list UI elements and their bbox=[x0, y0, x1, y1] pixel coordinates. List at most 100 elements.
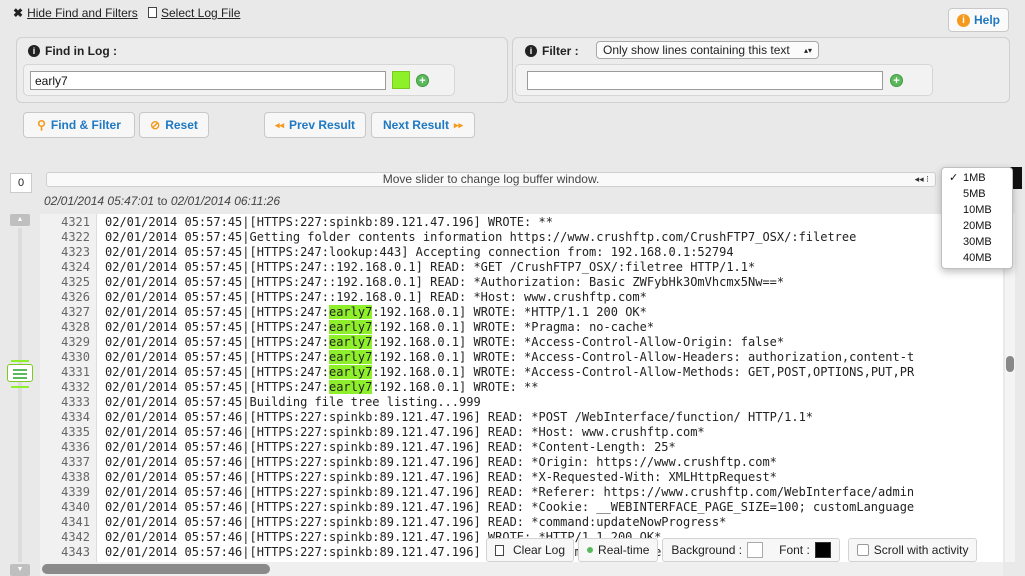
find-input[interactable] bbox=[30, 71, 386, 90]
add-find-icon[interactable]: + bbox=[416, 74, 429, 87]
line-text-part: 02/01/2014 05:57:45|[HTTPS:247::192.168.… bbox=[105, 290, 647, 304]
select-log-file-link[interactable]: Select Log File bbox=[148, 6, 240, 20]
log-view[interactable]: 4321 02/01/2014 05:57:45|[HTTPS:227:spink… bbox=[40, 214, 1003, 562]
filter-mode-value: Only show lines containing this text bbox=[603, 43, 790, 57]
hide-find-filters-label: Hide Find and Filters bbox=[27, 6, 138, 20]
buffer-option[interactable]: 30MB bbox=[942, 234, 1012, 250]
color-settings: Background : Font : bbox=[662, 538, 840, 562]
line-number: 4326 bbox=[61, 290, 90, 304]
line-number: 4332 bbox=[61, 380, 90, 394]
scroll-with-activity-checkbox[interactable] bbox=[856, 544, 869, 556]
line-text-part: 02/01/2014 05:57:46|[HTTPS:227:spinkb:89… bbox=[105, 455, 777, 469]
log-horizontal-scroll-thumb[interactable] bbox=[42, 564, 270, 574]
filter-label-text: Filter : bbox=[542, 44, 579, 58]
find-label-text: Find in Log : bbox=[45, 44, 117, 58]
buffer-option[interactable]: 5MB bbox=[942, 186, 1012, 202]
add-filter-icon[interactable]: + bbox=[890, 74, 903, 87]
prev-result-button[interactable]: ◂◂ Prev Result bbox=[264, 112, 366, 138]
reset-label: Reset bbox=[165, 118, 198, 132]
line-text-part: 02/01/2014 05:57:45|[HTTPS:247: bbox=[105, 350, 329, 364]
log-vertical-scroll-thumb[interactable] bbox=[1006, 356, 1014, 372]
log-line: 4328 02/01/2014 05:57:45|[HTTPS:247:early… bbox=[40, 320, 1003, 335]
scroll-with-activity-option[interactable]: Scroll with activity bbox=[847, 538, 978, 562]
search-match-highlight: early7 bbox=[328, 335, 373, 349]
log-horizontal-scrollbar[interactable] bbox=[40, 562, 1003, 576]
status-dot-icon bbox=[587, 547, 594, 553]
font-color-swatch[interactable] bbox=[814, 542, 831, 558]
line-number: 4323 bbox=[61, 245, 90, 259]
search-match-highlight: early7 bbox=[328, 380, 373, 394]
filter-mode-select[interactable]: Only show lines containing this text ▴▾ bbox=[596, 41, 819, 59]
scroll-with-activity-label: Scroll with activity bbox=[873, 543, 969, 557]
prev-result-label: Prev Result bbox=[289, 118, 356, 132]
line-text-part: 02/01/2014 05:57:45|Getting folder conte… bbox=[105, 230, 857, 244]
background-color-swatch[interactable] bbox=[747, 542, 764, 558]
result-marker bbox=[11, 360, 29, 362]
buffer-option[interactable]: 10MB bbox=[942, 202, 1012, 218]
line-text-part: 02/01/2014 05:57:45|[HTTPS:247: bbox=[105, 305, 329, 319]
bottom-toolbar: Clear Log Real-time Background : Font : … bbox=[486, 538, 978, 562]
clear-log-label: Clear Log bbox=[513, 543, 566, 557]
find-filter-button[interactable]: ⚲ Find & Filter bbox=[23, 112, 135, 138]
line-text-part: :192.168.0.1] WROTE: *Access-Control-All… bbox=[372, 350, 915, 364]
help-label: Help bbox=[973, 13, 1000, 27]
line-text: 02/01/2014 05:57:45|[HTTPS:247::192.168.… bbox=[90, 275, 784, 290]
line-text: 02/01/2014 05:57:45|[HTTPS:247:early7:19… bbox=[90, 365, 914, 380]
log-line: 4337 02/01/2014 05:57:46|[HTTPS:227:spink… bbox=[40, 455, 1003, 470]
line-text-part: :192.168.0.1] WROTE: ** bbox=[372, 380, 539, 394]
top-bar: ✖ Hide Find and Filters Select Log File bbox=[0, 0, 1025, 28]
line-text-part: 02/01/2014 05:57:45|[HTTPS:247: bbox=[105, 365, 329, 379]
find-input-group: + bbox=[23, 64, 455, 96]
info-icon: i bbox=[28, 45, 40, 57]
line-text-part: :192.168.0.1] WROTE: *Access-Control-All… bbox=[372, 365, 915, 379]
info-icon: i bbox=[956, 13, 970, 27]
reset-icon: ⊘ bbox=[150, 118, 161, 132]
buffer-size-dropdown[interactable]: 1MB5MB10MB20MB30MB40MB bbox=[941, 167, 1013, 269]
line-number: 4329 bbox=[61, 335, 90, 349]
scroll-up-icon[interactable]: ▲ bbox=[10, 214, 30, 226]
line-text-part: 02/01/2014 05:57:45|[HTTPS:247: bbox=[105, 380, 329, 394]
line-number: 4337 bbox=[61, 455, 90, 469]
buffer-option[interactable]: 40MB bbox=[942, 250, 1012, 266]
buffer-option[interactable]: 20MB bbox=[942, 218, 1012, 234]
date-from: 02/01/2014 05:47:01 bbox=[44, 194, 155, 208]
line-text: 02/01/2014 05:57:45|[HTTPS:247:early7:19… bbox=[90, 335, 784, 350]
search-match-highlight: early7 bbox=[328, 320, 373, 334]
line-text-part: 02/01/2014 05:57:46|[HTTPS:227:spinkb:89… bbox=[105, 470, 777, 484]
slider-arrows-icon[interactable]: ◂◂ ⁝ bbox=[915, 173, 929, 186]
line-text: 02/01/2014 05:57:46|[HTTPS:227:spinkb:89… bbox=[90, 515, 726, 530]
result-scroller[interactable]: ▲ ▼ bbox=[7, 214, 33, 576]
result-scroller-track bbox=[18, 228, 22, 562]
reset-button[interactable]: ⊘ Reset bbox=[139, 112, 209, 138]
scroll-down-icon[interactable]: ▼ bbox=[10, 564, 30, 576]
line-text: 02/01/2014 05:57:46|[HTTPS:227:spinkb:89… bbox=[90, 410, 813, 425]
buffer-slider[interactable]: Move slider to change log buffer window.… bbox=[46, 172, 936, 187]
line-number: 4322 bbox=[61, 230, 90, 244]
line-text: 02/01/2014 05:57:45|[HTTPS:247:lookup:44… bbox=[90, 245, 734, 260]
line-text: 02/01/2014 05:57:45|[HTTPS:247::192.168.… bbox=[90, 260, 755, 275]
highlight-color-swatch[interactable] bbox=[392, 71, 410, 89]
date-range: 02/01/2014 05:47:01 to 02/01/2014 06:11:… bbox=[44, 194, 280, 208]
help-button[interactable]: i Help bbox=[948, 8, 1009, 32]
close-icon: ✖ bbox=[13, 6, 24, 20]
line-text: 02/01/2014 05:57:46|[HTTPS:227:spinkb:89… bbox=[90, 485, 914, 500]
line-text: 02/01/2014 05:57:46|[HTTPS:227:spinkb:89… bbox=[90, 440, 676, 455]
result-marker bbox=[11, 386, 29, 388]
line-text: 02/01/2014 05:57:46|[HTTPS:227:spinkb:89… bbox=[90, 455, 777, 470]
next-result-button[interactable]: Next Result ▸▸ bbox=[371, 112, 475, 138]
realtime-toggle[interactable]: Real-time bbox=[578, 538, 659, 562]
hide-find-filters-link[interactable]: ✖ Hide Find and Filters bbox=[13, 6, 138, 20]
buffer-option[interactable]: 1MB bbox=[942, 170, 1012, 186]
filter-label: i Filter : bbox=[525, 44, 579, 58]
line-text: 02/01/2014 05:57:45|[HTTPS:247:early7:19… bbox=[90, 320, 654, 335]
log-line: 4334 02/01/2014 05:57:46|[HTTPS:227:spink… bbox=[40, 410, 1003, 425]
line-number: 4343 bbox=[61, 545, 90, 559]
filter-input[interactable] bbox=[527, 71, 883, 90]
clear-log-button[interactable]: Clear Log bbox=[486, 538, 575, 562]
line-number: 4341 bbox=[61, 515, 90, 529]
background-label: Background : bbox=[671, 543, 743, 557]
line-text-part: 02/01/2014 05:57:46|[HTTPS:227:spinkb:89… bbox=[105, 410, 814, 424]
realtime-label: Real-time bbox=[598, 543, 650, 557]
result-scroller-handle[interactable] bbox=[7, 364, 33, 382]
line-number: 4321 bbox=[61, 215, 90, 229]
